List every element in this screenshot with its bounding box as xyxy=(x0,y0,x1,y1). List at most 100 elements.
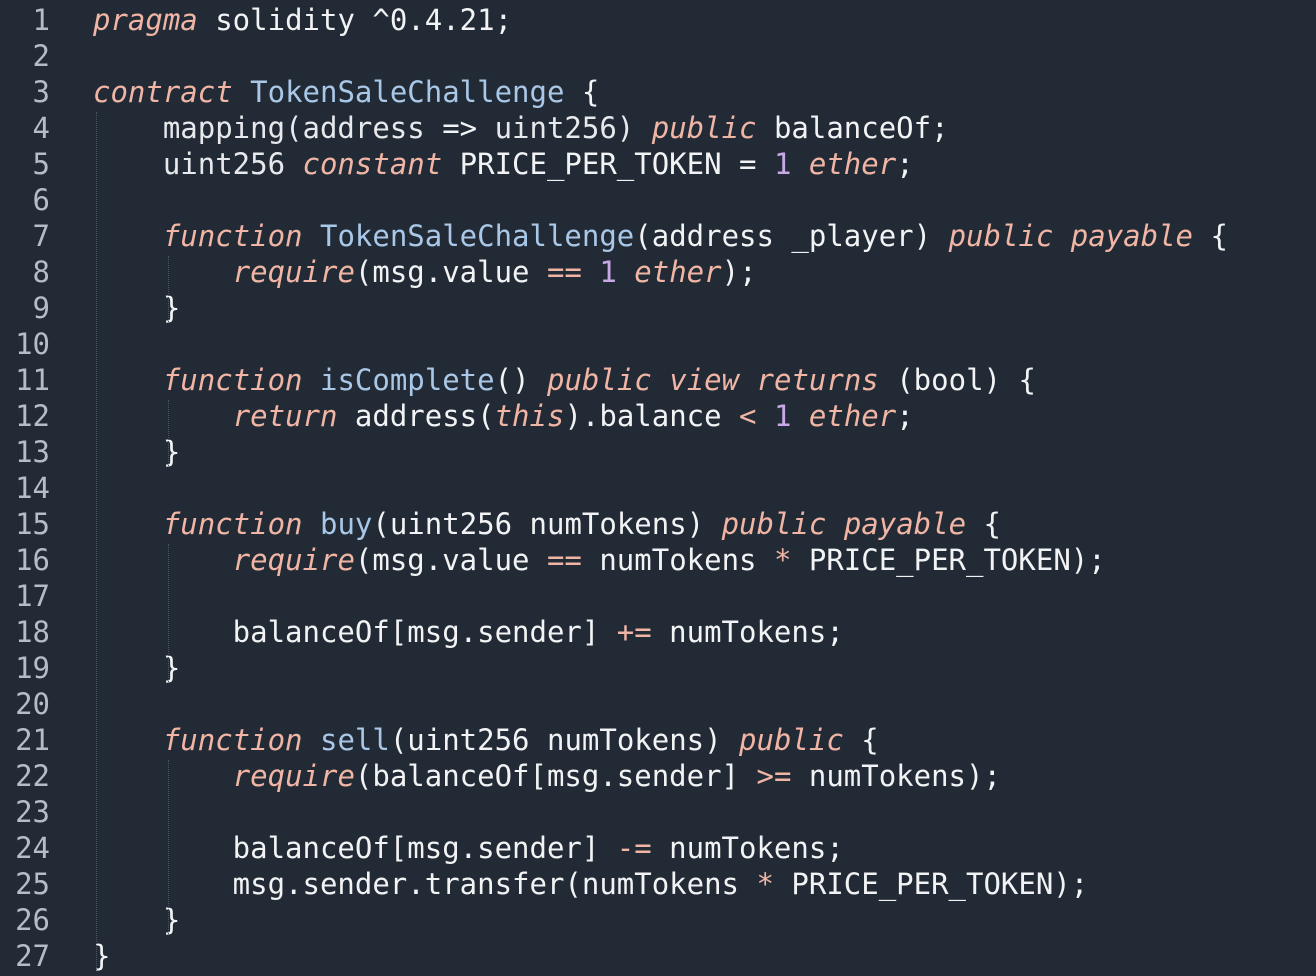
code-line[interactable]: 15 function buy(uint256 numTokens) publi… xyxy=(0,506,1316,542)
code-token: => xyxy=(442,111,478,145)
code-line[interactable]: 19 } xyxy=(0,650,1316,686)
code-token: msg.sender.transfer(numTokens xyxy=(93,867,757,901)
code-line[interactable]: 4 mapping(address => uint256) public bal… xyxy=(0,110,1316,146)
code-line[interactable]: 9 } xyxy=(0,290,1316,326)
line-number: 10 xyxy=(15,327,50,361)
code-text: return address(this).balance < 1 ether; xyxy=(93,398,914,434)
code-token: TokenSaleChallenge xyxy=(320,219,635,253)
code-token: public xyxy=(651,111,757,145)
code-token: ; xyxy=(896,147,914,181)
code-text: require(msg.value == numTokens * PRICE_P… xyxy=(93,542,1106,578)
code-token: (bool) { xyxy=(878,363,1036,397)
line-number: 1 xyxy=(32,3,50,37)
code-token: return xyxy=(232,399,338,433)
code-token: pragma xyxy=(93,3,198,37)
code-line[interactable]: 14 xyxy=(0,470,1316,506)
code-token: PRICE_PER_TOKEN = xyxy=(442,147,774,181)
code-text: function isComplete() public view return… xyxy=(93,362,1036,398)
line-number: 26 xyxy=(15,903,50,937)
code-line[interactable]: 27} xyxy=(0,938,1316,974)
code-text: require(balanceOf[msg.sender] >= numToke… xyxy=(93,758,1001,794)
code-token: (address _player) xyxy=(634,219,949,253)
code-line[interactable]: 21 function sell(uint256 numTokens) publ… xyxy=(0,722,1316,758)
code-token: function xyxy=(162,507,303,541)
code-token: (uint256 numTokens) xyxy=(372,507,722,541)
code-token: view xyxy=(669,363,740,397)
code-token: ).balance xyxy=(564,399,740,433)
code-token: require xyxy=(232,759,355,793)
line-number: 2 xyxy=(32,39,50,73)
code-line[interactable]: 18 balanceOf[msg.sender] += numTokens; xyxy=(0,614,1316,650)
code-line[interactable]: 26 } xyxy=(0,902,1316,938)
code-token: payable xyxy=(1070,219,1194,253)
code-token: { xyxy=(843,723,879,757)
code-line[interactable]: 7 function TokenSaleChallenge(address _p… xyxy=(0,218,1316,254)
code-text: pragma solidity ^0.4.21; xyxy=(93,2,512,38)
code-token: 1 xyxy=(773,399,792,433)
code-token: PRICE_PER_TOKEN); xyxy=(773,867,1089,901)
line-number: 17 xyxy=(15,579,50,613)
line-number: 8 xyxy=(32,255,50,289)
code-token: mapping(address xyxy=(93,111,443,145)
line-number: 22 xyxy=(15,759,50,793)
code-token: (msg.value xyxy=(354,255,547,289)
code-line[interactable]: 12 return address(this).balance < 1 ethe… xyxy=(0,398,1316,434)
code-text: function TokenSaleChallenge(address _pla… xyxy=(93,218,1228,254)
line-number: 19 xyxy=(15,651,50,685)
code-line[interactable]: 25 msg.sender.transfer(numTokens * PRICE… xyxy=(0,866,1316,902)
code-token: returns xyxy=(756,363,879,397)
code-token: buy xyxy=(320,507,373,541)
code-line[interactable]: 16 require(msg.value == numTokens * PRIC… xyxy=(0,542,1316,578)
code-token: require xyxy=(232,543,355,577)
code-token: this xyxy=(494,399,565,433)
code-token: public xyxy=(547,363,652,397)
code-line[interactable]: 10 xyxy=(0,326,1316,362)
code-token: public xyxy=(948,219,1054,253)
code-line[interactable]: 22 require(balanceOf[msg.sender] >= numT… xyxy=(0,758,1316,794)
line-number: 4 xyxy=(32,111,50,145)
code-line[interactable]: 17 xyxy=(0,578,1316,614)
code-token: uint256) xyxy=(477,111,652,145)
code-text: contract TokenSaleChallenge { xyxy=(93,74,599,110)
code-editor[interactable]: 1 pragma solidity ^0.4.21; 2 3 contract Toke… xyxy=(0,0,1316,976)
line-number: 27 xyxy=(15,939,50,973)
code-token: numTokens xyxy=(581,543,774,577)
code-token: { xyxy=(564,75,600,109)
code-line[interactable]: 13 } xyxy=(0,434,1316,470)
line-number: 3 xyxy=(32,75,50,109)
code-line[interactable]: 23 xyxy=(0,794,1316,830)
code-token: == xyxy=(546,543,582,577)
code-token: balanceOf[msg.sender] xyxy=(93,615,617,649)
code-line[interactable]: 2 xyxy=(0,38,1316,74)
code-line[interactable]: 5 uint256 constant PRICE_PER_TOKEN = 1 e… xyxy=(0,146,1316,182)
code-token: ether xyxy=(808,147,897,181)
code-token: address( xyxy=(337,399,495,433)
code-line[interactable]: 3 contract TokenSaleChallenge { xyxy=(0,74,1316,110)
code-text: require(msg.value == 1 ether); xyxy=(93,254,757,290)
indent-guide xyxy=(168,760,169,934)
code-text: uint256 constant PRICE_PER_TOKEN = 1 eth… xyxy=(93,146,914,182)
code-token: * xyxy=(773,543,792,577)
code-token: (uint256 numTokens) xyxy=(389,723,740,757)
code-token: ether xyxy=(634,255,722,289)
code-token: ; xyxy=(896,399,914,433)
code-token: (balanceOf[msg.sender] xyxy=(354,759,757,793)
code-line[interactable]: 6 xyxy=(0,182,1316,218)
code-line[interactable]: 24 balanceOf[msg.sender] -= numTokens; xyxy=(0,830,1316,866)
code-line[interactable]: 1 pragma solidity ^0.4.21; xyxy=(0,2,1316,38)
code-text: function sell(uint256 numTokens) public … xyxy=(93,722,879,758)
code-line[interactable]: 8 require(msg.value == 1 ether); xyxy=(0,254,1316,290)
code-token: TokenSaleChallenge xyxy=(250,75,565,109)
code-line[interactable]: 20 xyxy=(0,686,1316,722)
code-line[interactable]: 11 function isComplete() public view ret… xyxy=(0,362,1316,398)
code-token: sell xyxy=(320,723,390,757)
